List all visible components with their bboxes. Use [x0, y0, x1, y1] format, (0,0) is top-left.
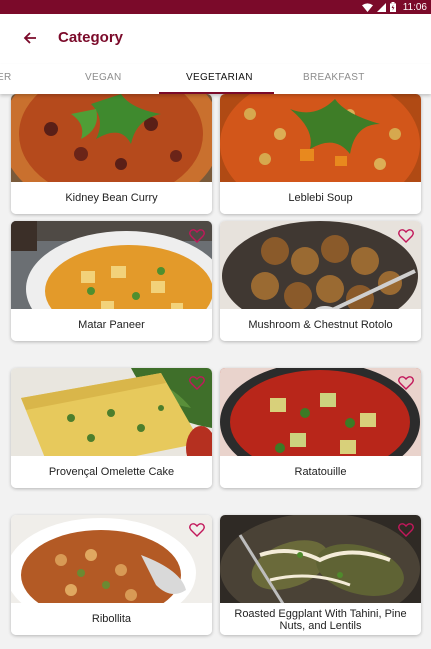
back-button[interactable]: [18, 26, 42, 50]
recipe-name: Kidney Bean Curry: [11, 182, 212, 214]
favorite-heart-icon[interactable]: [189, 376, 205, 390]
recipe-name: Ribollita: [11, 603, 212, 635]
recipe-name: Provençal Omelette Cake: [11, 456, 212, 488]
tab-breakfast[interactable]: BREAKFAST: [303, 72, 365, 83]
category-tabs: ER VEGAN VEGETARIAN BREAKFAST: [0, 64, 431, 94]
recipe-card[interactable]: Leblebi Soup: [220, 94, 421, 214]
favorite-heart-icon[interactable]: [398, 523, 414, 537]
status-bar: 11:06: [0, 0, 431, 14]
favorite-heart-icon[interactable]: [189, 523, 205, 537]
recipe-card[interactable]: Matar Paneer: [11, 221, 212, 341]
tab-partial[interactable]: ER: [0, 72, 12, 83]
favorite-heart-icon[interactable]: [189, 229, 205, 243]
wifi-icon: [361, 2, 373, 12]
tab-vegetarian[interactable]: VEGETARIAN: [186, 72, 253, 83]
favorite-heart-icon[interactable]: [398, 376, 414, 390]
tab-indicator: [159, 92, 274, 94]
arrow-back-icon: [23, 32, 36, 44]
favorite-heart-icon[interactable]: [398, 229, 414, 243]
recipe-name: Matar Paneer: [11, 309, 212, 341]
recipe-name: Mushroom & Chestnut Rotolo: [220, 309, 421, 341]
signal-icon: [376, 2, 386, 12]
recipe-card[interactable]: Roasted Eggplant With Tahini, Pine Nuts,…: [220, 515, 421, 635]
recipe-name: Leblebi Soup: [220, 182, 421, 214]
recipe-name: Ratatouille: [220, 456, 421, 488]
recipe-card[interactable]: Provençal Omelette Cake: [11, 368, 212, 488]
recipe-name: Roasted Eggplant With Tahini, Pine Nuts,…: [220, 603, 421, 635]
app-bar: Category: [0, 14, 431, 64]
recipe-card[interactable]: Ratatouille: [220, 368, 421, 488]
recipe-grid[interactable]: Kidney Bean Curry Leblebi Soup Matar Pan…: [0, 94, 431, 649]
recipe-card[interactable]: Mushroom & Chestnut Rotolo: [220, 221, 421, 341]
tab-vegan[interactable]: VEGAN: [85, 72, 122, 83]
battery-icon: [389, 2, 396, 12]
page-title: Category: [58, 29, 124, 46]
recipe-card[interactable]: Ribollita: [11, 515, 212, 635]
status-time: 11:06: [402, 1, 427, 13]
recipe-card[interactable]: Kidney Bean Curry: [11, 94, 212, 214]
